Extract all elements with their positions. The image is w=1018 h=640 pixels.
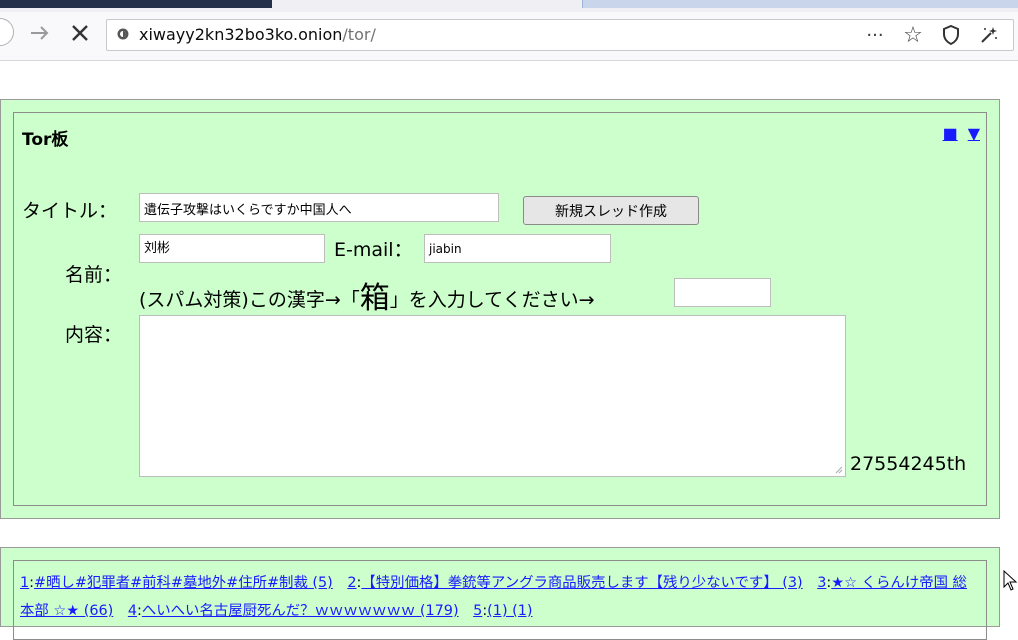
thread-number-link[interactable]: 3 xyxy=(817,575,826,591)
mouse-cursor-icon xyxy=(1003,570,1018,591)
thread-number-link[interactable]: 4 xyxy=(128,603,137,619)
title-label: タイトル： xyxy=(22,200,118,222)
square-link[interactable]: ■ xyxy=(943,125,958,143)
shield-icon[interactable] xyxy=(939,23,963,47)
forward-arrow-icon[interactable] xyxy=(26,19,54,47)
thread-item: 1:#晒し#犯罪者#前科#墓地外#住所#制裁 (5) xyxy=(20,575,333,591)
url-bar[interactable]: xiwayy2kn32bo3ko.onion/tor/ ··· ☆ xyxy=(106,19,1014,51)
content-label: 内容： xyxy=(65,324,123,346)
thread-list: 1:#晒し#犯罪者#前科#墓地外#住所#制裁 (5) 2:【特別価格】拳銃等アン… xyxy=(13,560,987,640)
thread-number-link[interactable]: 1 xyxy=(20,575,29,591)
captcha-input[interactable] xyxy=(674,278,771,307)
down-arrow-link[interactable]: ▼ xyxy=(968,125,980,143)
onion-site-icon[interactable] xyxy=(117,28,129,40)
board-panel: Tor板 ■ ▼ タイトル： 遺伝子攻撃はいくらですか中国人へ 新規スレッド作成… xyxy=(0,99,1000,519)
thread-title-link[interactable]: 【特別価格】拳銃等アングラ商品販売します【残り少ないです】 (3) xyxy=(361,575,802,591)
name-input[interactable]: 刘彬 xyxy=(139,234,325,263)
thread-title-link[interactable]: #晒し#犯罪者#前科#墓地外#住所#制裁 (5) xyxy=(34,575,333,591)
thread-item: 2:【特別価格】拳銃等アングラ商品販売します【残り少ないです】 (3) xyxy=(347,575,803,591)
thread-number-link[interactable]: 2 xyxy=(347,575,356,591)
board-title: Tor板 xyxy=(22,130,69,150)
url-path: /tor/ xyxy=(342,25,376,44)
thread-title-link[interactable]: (1) (1) xyxy=(487,603,532,619)
post-counter: 27554245th xyxy=(850,453,967,475)
title-input[interactable]: 遺伝子攻撃はいくらですか中国人へ xyxy=(139,193,499,222)
captcha-prefix: (スパム対策)この漢字→「 xyxy=(139,289,360,311)
thread-list-panel: 1:#晒し#犯罪者#前科#墓地外#住所#制裁 (5) 2:【特別価格】拳銃等アン… xyxy=(0,547,1000,640)
magic-wand-icon[interactable] xyxy=(977,23,1001,47)
board-nav: ■ ▼ xyxy=(943,125,980,143)
name-label: 名前： xyxy=(65,264,123,286)
captcha-instruction: (スパム対策)この漢字→「箱」を入力してください→ xyxy=(139,273,595,317)
email-input[interactable]: jiabin xyxy=(424,234,611,263)
back-arrow-icon[interactable] xyxy=(0,18,14,46)
url-host: xiwayy2kn32bo3ko.onion xyxy=(139,25,343,44)
captcha-kanji: 箱 xyxy=(359,281,390,316)
thread-number-link[interactable]: 5 xyxy=(473,603,482,619)
tab-inactive[interactable] xyxy=(582,0,1018,8)
tab-strip xyxy=(0,0,1018,12)
create-thread-button[interactable]: 新規スレッド作成 xyxy=(523,196,699,225)
captcha-suffix: 」を入力してください→ xyxy=(389,289,595,311)
close-icon[interactable] xyxy=(66,19,94,47)
thread-item: 5:(1) (1) xyxy=(473,603,533,619)
content-textarea[interactable] xyxy=(139,315,846,477)
tab-active[interactable] xyxy=(0,0,272,8)
thread-item: 4:へいへい名古屋厨死んだ？ｗｗｗｗｗｗｗ (179) xyxy=(127,603,459,619)
bookmark-star-icon[interactable]: ☆ xyxy=(901,23,925,48)
thread-title-link[interactable]: へいへい名古屋厨死んだ？ｗｗｗｗｗｗｗ (179) xyxy=(142,603,459,619)
url-text[interactable]: xiwayy2kn32bo3ko.onion/tor/ xyxy=(139,25,376,44)
more-dots-icon[interactable]: ··· xyxy=(863,23,887,47)
browser-toolbar: xiwayy2kn32bo3ko.onion/tor/ ··· ☆ xyxy=(0,12,1018,61)
resize-grip-icon[interactable] xyxy=(835,466,843,474)
email-label: E-mail： xyxy=(334,239,413,261)
board-frame: Tor板 ■ ▼ タイトル： 遺伝子攻撃はいくらですか中国人へ 新規スレッド作成… xyxy=(13,112,987,506)
